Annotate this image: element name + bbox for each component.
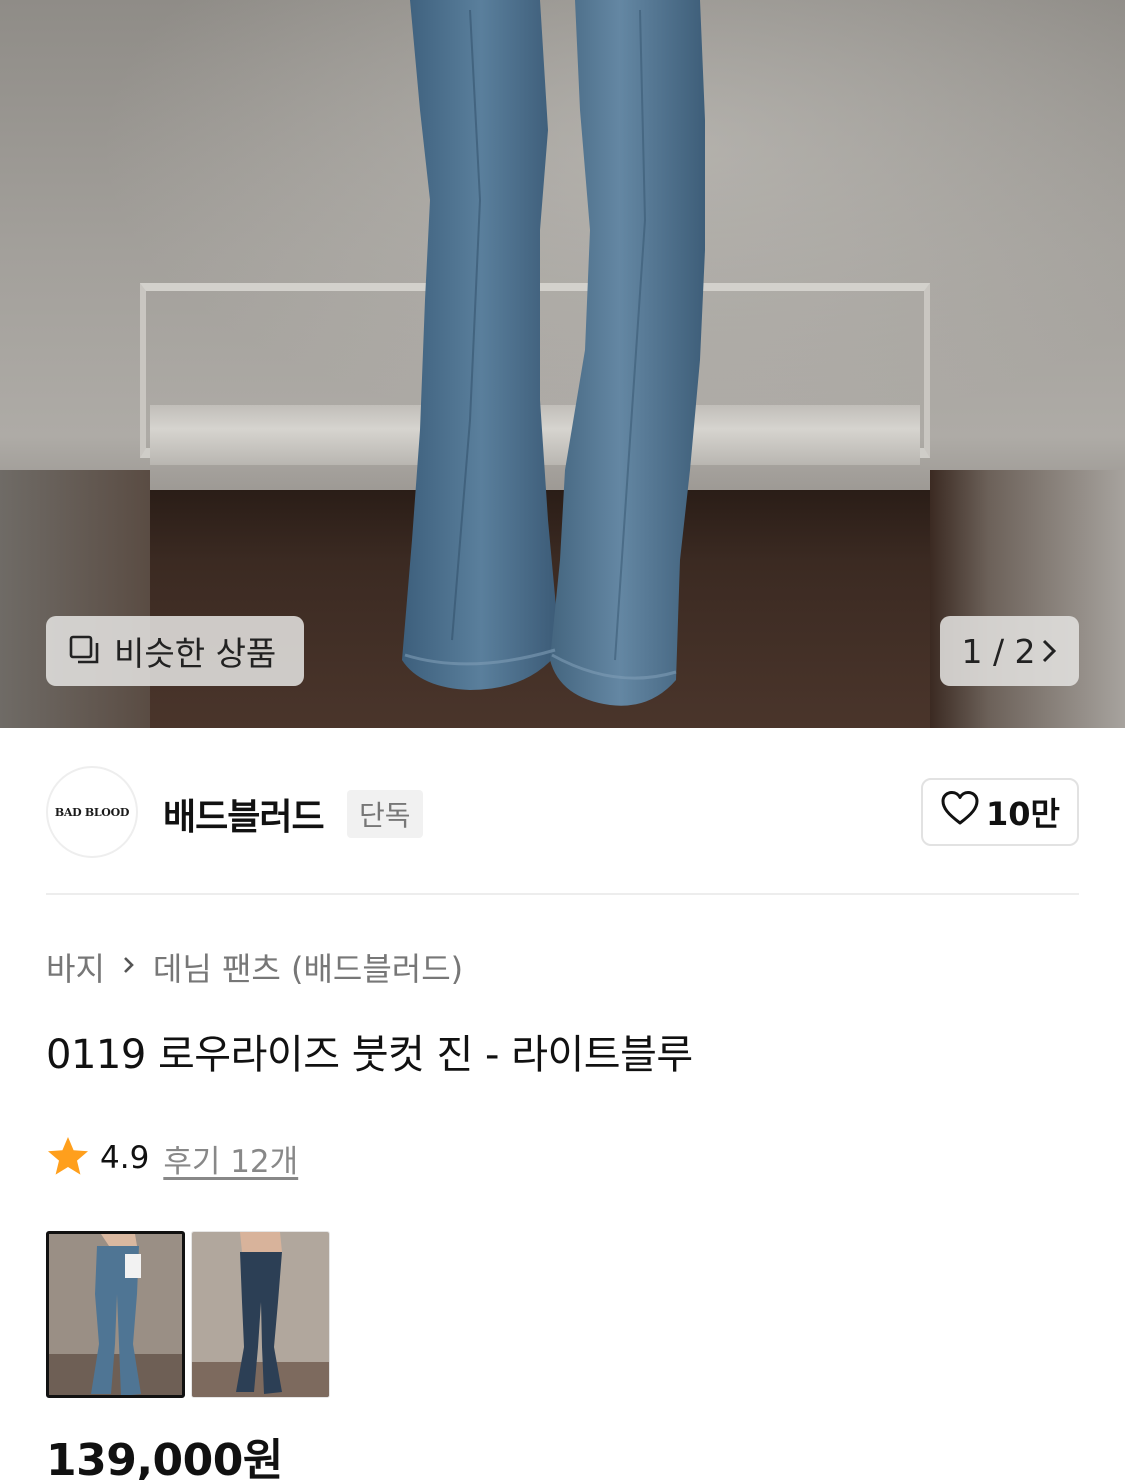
brand-logo-text: BAD BLOOD bbox=[54, 805, 130, 819]
product-price: 139,000원 bbox=[46, 1435, 283, 1480]
similar-products-button[interactable]: 비슷한 상품 bbox=[46, 616, 304, 686]
breadcrumb-category[interactable]: 바지 bbox=[46, 944, 105, 990]
similar-products-label: 비슷한 상품 bbox=[114, 634, 277, 673]
dark-blue-jeans-image bbox=[192, 1232, 329, 1397]
exclusive-badge: 단독 bbox=[347, 790, 423, 838]
image-page-counter-text: 1 / 2 bbox=[961, 631, 1036, 671]
chevron-right-icon bbox=[121, 950, 137, 985]
star-icon bbox=[46, 1135, 90, 1181]
rating-score: 4.9 bbox=[100, 1140, 150, 1176]
product-title: 0119 로우라이즈 붓컷 진 - 라이트블루 bbox=[46, 1032, 693, 1078]
similar-products-icon bbox=[68, 634, 102, 668]
chevron-right-icon bbox=[1040, 638, 1058, 664]
heart-icon bbox=[940, 790, 980, 834]
like-button[interactable]: 10만 bbox=[921, 778, 1079, 846]
brand-logo[interactable]: BAD BLOOD bbox=[46, 766, 138, 858]
rating-row: 4.9 후기 12개 bbox=[46, 1135, 298, 1181]
color-option-thumbnail[interactable] bbox=[191, 1231, 330, 1398]
image-page-counter[interactable]: 1 / 2 bbox=[940, 616, 1079, 686]
review-link[interactable]: 후기 12개 bbox=[163, 1136, 298, 1181]
color-option-thumbnail[interactable] bbox=[46, 1231, 185, 1398]
section-divider bbox=[46, 893, 1079, 895]
like-count: 10만 bbox=[986, 795, 1060, 833]
product-main-image[interactable]: 비슷한 상품 1 / 2 bbox=[0, 0, 1125, 728]
brand-name[interactable]: 배드블러드 bbox=[163, 788, 325, 840]
breadcrumb: 바지 데님 팬츠 (배드블러드) bbox=[46, 944, 463, 990]
breadcrumb-subcategory[interactable]: 데님 팬츠 (배드블러드) bbox=[153, 944, 463, 990]
light-blue-jeans-image bbox=[49, 1234, 182, 1395]
